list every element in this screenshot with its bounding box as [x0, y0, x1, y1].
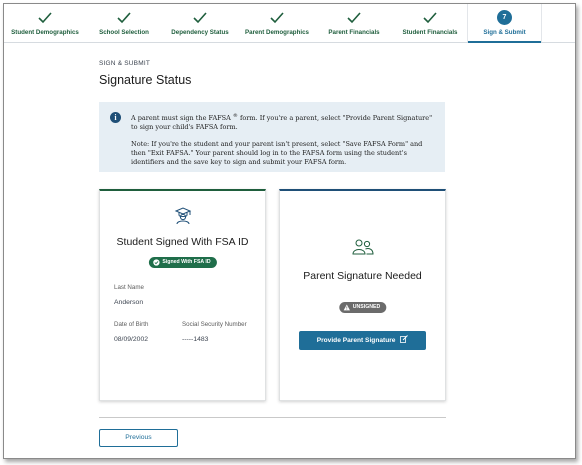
last-name-label: Last Name	[114, 284, 144, 291]
people-icon	[352, 239, 374, 255]
page-title: Signature Status	[99, 73, 192, 87]
dob-value: 08/09/2002	[114, 336, 149, 343]
alert-text-start: A parent must sign the FAFSA	[131, 114, 231, 123]
step-parent-demographics[interactable]: Parent Demographics	[238, 4, 316, 42]
dob-label: Date of Birth	[114, 321, 149, 328]
parent-card-title: Parent Signature Needed	[303, 270, 422, 282]
parent-signature-card: Parent Signature Needed UNSIGNED Provide…	[279, 189, 446, 401]
provide-signature-label: Provide Parent Signature	[316, 337, 396, 344]
step-number-badge: 7	[497, 10, 512, 25]
alert-message: A parent must sign the FAFSA ® form. If …	[131, 112, 433, 132]
ssn-value: -----1483	[182, 336, 209, 343]
unsigned-status-badge: UNSIGNED	[338, 302, 387, 313]
signed-status-badge: Signed With FSA ID	[148, 257, 217, 268]
checkmark-icon	[423, 12, 437, 24]
edit-signature-icon	[400, 335, 409, 343]
step-label: Student Financials	[402, 29, 458, 36]
student-signature-card: Student Signed With FSA ID Signed With F…	[99, 189, 266, 401]
previous-button[interactable]: Previous	[99, 429, 178, 447]
footer-divider	[99, 417, 446, 418]
step-student-financials[interactable]: Student Financials	[392, 4, 468, 42]
info-alert: i A parent must sign the FAFSA ® form. I…	[99, 102, 445, 172]
step-label: School Selection	[99, 29, 149, 36]
step-label: Dependency Status	[171, 29, 229, 36]
checkmark-icon	[270, 12, 284, 24]
warning-icon	[343, 304, 350, 311]
checkmark-icon	[38, 12, 52, 24]
provide-parent-signature-button[interactable]: Provide Parent Signature	[299, 331, 426, 350]
step-label: Student Demographics	[11, 29, 79, 36]
section-eyebrow: SIGN & SUBMIT	[99, 60, 150, 67]
ssn-label: Social Security Number	[182, 321, 247, 328]
step-sign-submit[interactable]: 7 Sign & Submit	[467, 4, 542, 43]
step-school-selection[interactable]: School Selection	[86, 4, 162, 42]
last-name-value: Anderson	[114, 299, 144, 306]
step-dependency-status[interactable]: Dependency Status	[162, 4, 238, 42]
step-label: Parent Demographics	[245, 29, 309, 36]
step-parent-financials[interactable]: Parent Financials	[316, 4, 392, 42]
signed-badge-label: Signed With FSA ID	[162, 259, 211, 265]
checkmark-icon	[117, 12, 131, 24]
progress-stepper: Student Demographics School Selection De…	[4, 4, 575, 43]
checkmark-icon	[193, 12, 207, 24]
checkmark-icon	[347, 12, 361, 24]
browser-frame: Student Demographics School Selection De…	[3, 3, 576, 459]
unsigned-badge-label: UNSIGNED	[352, 304, 381, 310]
alert-note: Note: If you're the student and your par…	[131, 140, 423, 167]
graduate-icon	[174, 207, 192, 225]
info-icon: i	[110, 112, 121, 123]
step-student-demographics[interactable]: Student Demographics	[4, 4, 86, 42]
step-label: Parent Financials	[328, 29, 380, 36]
step-label: Sign & Submit	[483, 29, 526, 36]
check-circle-icon	[152, 259, 160, 266]
student-card-title: Student Signed With FSA ID	[116, 236, 249, 248]
